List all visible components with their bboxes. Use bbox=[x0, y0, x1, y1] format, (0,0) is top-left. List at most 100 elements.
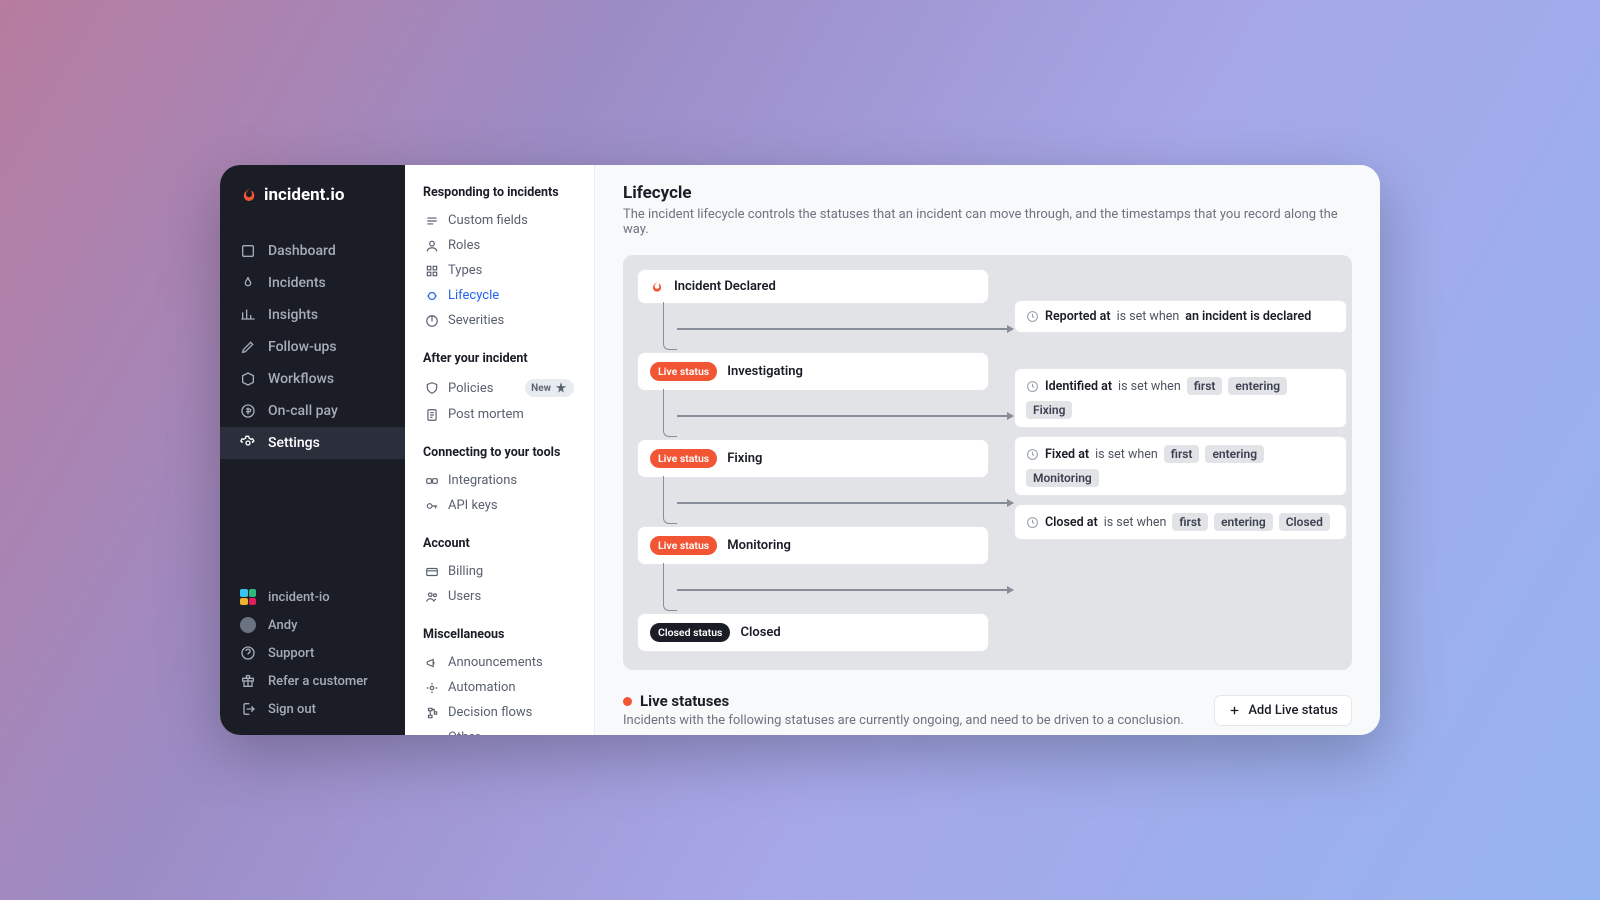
nav-footer: incident-io Andy Support Refer a custome… bbox=[220, 583, 405, 723]
settings-group-title: Responding to incidents bbox=[423, 185, 580, 200]
live-badge: Live status bbox=[650, 362, 717, 381]
footer-refer[interactable]: Refer a customer bbox=[220, 667, 405, 695]
brand-name: incident.io bbox=[264, 185, 344, 205]
settings-item-announcements[interactable]: Announcements bbox=[419, 650, 580, 675]
flame-icon bbox=[240, 275, 256, 291]
settings-item-lifecycle[interactable]: Lifecycle bbox=[419, 283, 580, 308]
main-content: Lifecycle The incident lifecycle control… bbox=[595, 165, 1380, 735]
dashboard-icon bbox=[240, 243, 256, 259]
status-card-incident-declared[interactable]: Incident Declared bbox=[637, 269, 989, 304]
chart-icon bbox=[240, 307, 256, 323]
clock-icon bbox=[1026, 516, 1039, 529]
settings-item-roles[interactable]: Roles bbox=[419, 233, 580, 258]
settings-item-users[interactable]: Users bbox=[419, 584, 580, 609]
arrow bbox=[677, 589, 1013, 591]
primary-sidebar: incident.io Dashboard Incidents Insights… bbox=[220, 165, 405, 735]
timestamp-card-fixed-at[interactable]: Fixed at is set when first entering Moni… bbox=[1014, 436, 1347, 496]
item-icon bbox=[425, 565, 439, 579]
item-icon bbox=[425, 214, 439, 228]
arrow bbox=[677, 328, 1013, 330]
arrow bbox=[677, 502, 1013, 504]
footer-support[interactable]: Support bbox=[220, 639, 405, 667]
item-icon bbox=[425, 314, 439, 328]
item-icon bbox=[425, 731, 439, 736]
item-icon bbox=[425, 499, 439, 513]
nav-incidents[interactable]: Incidents bbox=[220, 267, 405, 299]
chip: entering bbox=[1205, 445, 1264, 463]
gift-icon bbox=[240, 673, 256, 689]
status-card-closed[interactable]: Closed statusClosed bbox=[637, 613, 989, 652]
chip: first bbox=[1187, 377, 1223, 395]
closed-badge: Closed status bbox=[650, 623, 730, 642]
settings-item-policies[interactable]: PoliciesNew bbox=[419, 374, 580, 402]
clock-icon bbox=[1026, 448, 1039, 461]
settings-group-title: After your incident bbox=[423, 351, 580, 366]
chip: Fixing bbox=[1026, 401, 1072, 419]
settings-sidebar: Responding to incidents Custom fieldsRole… bbox=[405, 165, 595, 735]
page-subtitle: The incident lifecycle controls the stat… bbox=[623, 207, 1352, 237]
item-icon bbox=[425, 656, 439, 670]
chip: Closed bbox=[1279, 513, 1330, 531]
nav-dashboard[interactable]: Dashboard bbox=[220, 235, 405, 267]
settings-group-title: Connecting to your tools bbox=[423, 445, 580, 460]
flame-icon bbox=[240, 186, 258, 204]
settings-group-title: Account bbox=[423, 536, 580, 551]
nav-workflows[interactable]: Workflows bbox=[220, 363, 405, 395]
live-section-title: Live statuses bbox=[623, 692, 1184, 710]
settings-item-custom-fields[interactable]: Custom fields bbox=[419, 208, 580, 233]
package-icon bbox=[240, 371, 256, 387]
status-card-fixing[interactable]: Live statusFixing bbox=[637, 439, 989, 478]
item-icon bbox=[425, 239, 439, 253]
app-window: incident.io Dashboard Incidents Insights… bbox=[220, 165, 1380, 735]
settings-group-title: Miscellaneous bbox=[423, 627, 580, 642]
help-icon bbox=[240, 645, 256, 661]
settings-item-automation[interactable]: Automation bbox=[419, 675, 580, 700]
settings-item-api-keys[interactable]: API keys bbox=[419, 493, 580, 518]
settings-item-billing[interactable]: Billing bbox=[419, 559, 580, 584]
live-section-subtitle: Incidents with the following statuses ar… bbox=[623, 713, 1184, 728]
settings-item-decision-flows[interactable]: Decision flows bbox=[419, 700, 580, 725]
settings-item-other[interactable]: Other bbox=[419, 725, 580, 735]
nav-settings[interactable]: Settings bbox=[220, 427, 405, 459]
nav-main: Dashboard Incidents Insights Follow-ups … bbox=[220, 235, 405, 583]
chip: first bbox=[1164, 445, 1200, 463]
flame-icon bbox=[650, 280, 664, 294]
clock-icon bbox=[1026, 310, 1039, 323]
chip: entering bbox=[1228, 377, 1287, 395]
lifecycle-diagram: Incident Declared Live statusInvestigatin… bbox=[623, 255, 1352, 670]
new-badge: New bbox=[525, 379, 574, 397]
live-badge: Live status bbox=[650, 449, 717, 468]
timestamp-card-closed-at[interactable]: Closed at is set when first entering Clo… bbox=[1014, 504, 1347, 540]
status-card-monitoring[interactable]: Live statusMonitoring bbox=[637, 526, 989, 565]
chip: Monitoring bbox=[1026, 469, 1099, 487]
brand-logo: incident.io bbox=[220, 185, 405, 235]
currency-icon bbox=[240, 403, 256, 419]
signout-icon bbox=[240, 701, 256, 717]
footer-slack[interactable]: incident-io bbox=[220, 583, 405, 611]
status-card-investigating[interactable]: Live statusInvestigating bbox=[637, 352, 989, 391]
footer-signout[interactable]: Sign out bbox=[220, 695, 405, 723]
nav-oncall[interactable]: On-call pay bbox=[220, 395, 405, 427]
settings-item-integrations[interactable]: Integrations bbox=[419, 468, 580, 493]
settings-item-types[interactable]: Types bbox=[419, 258, 580, 283]
live-dot-icon bbox=[623, 697, 632, 706]
nav-followups[interactable]: Follow-ups bbox=[220, 331, 405, 363]
timestamp-card-identified-at[interactable]: Identified at is set when first entering… bbox=[1014, 368, 1347, 428]
add-live-status-button[interactable]: Add Live status bbox=[1214, 695, 1352, 726]
item-icon bbox=[425, 381, 439, 395]
gear-icon bbox=[240, 435, 256, 451]
item-icon bbox=[425, 681, 439, 695]
chip: first bbox=[1172, 513, 1208, 531]
item-icon bbox=[425, 289, 439, 303]
nav-insights[interactable]: Insights bbox=[220, 299, 405, 331]
avatar bbox=[240, 617, 256, 633]
slack-icon bbox=[240, 589, 256, 605]
settings-item-post-mortem[interactable]: Post mortem bbox=[419, 402, 580, 427]
settings-item-severities[interactable]: Severities bbox=[419, 308, 580, 333]
footer-user[interactable]: Andy bbox=[220, 611, 405, 639]
item-icon bbox=[425, 408, 439, 422]
clock-icon bbox=[1026, 380, 1039, 393]
live-section-header: Live statuses Incidents with the followi… bbox=[623, 692, 1352, 728]
item-icon bbox=[425, 474, 439, 488]
timestamp-card-reported-at[interactable]: Reported at is set when an incident is d… bbox=[1014, 300, 1347, 333]
